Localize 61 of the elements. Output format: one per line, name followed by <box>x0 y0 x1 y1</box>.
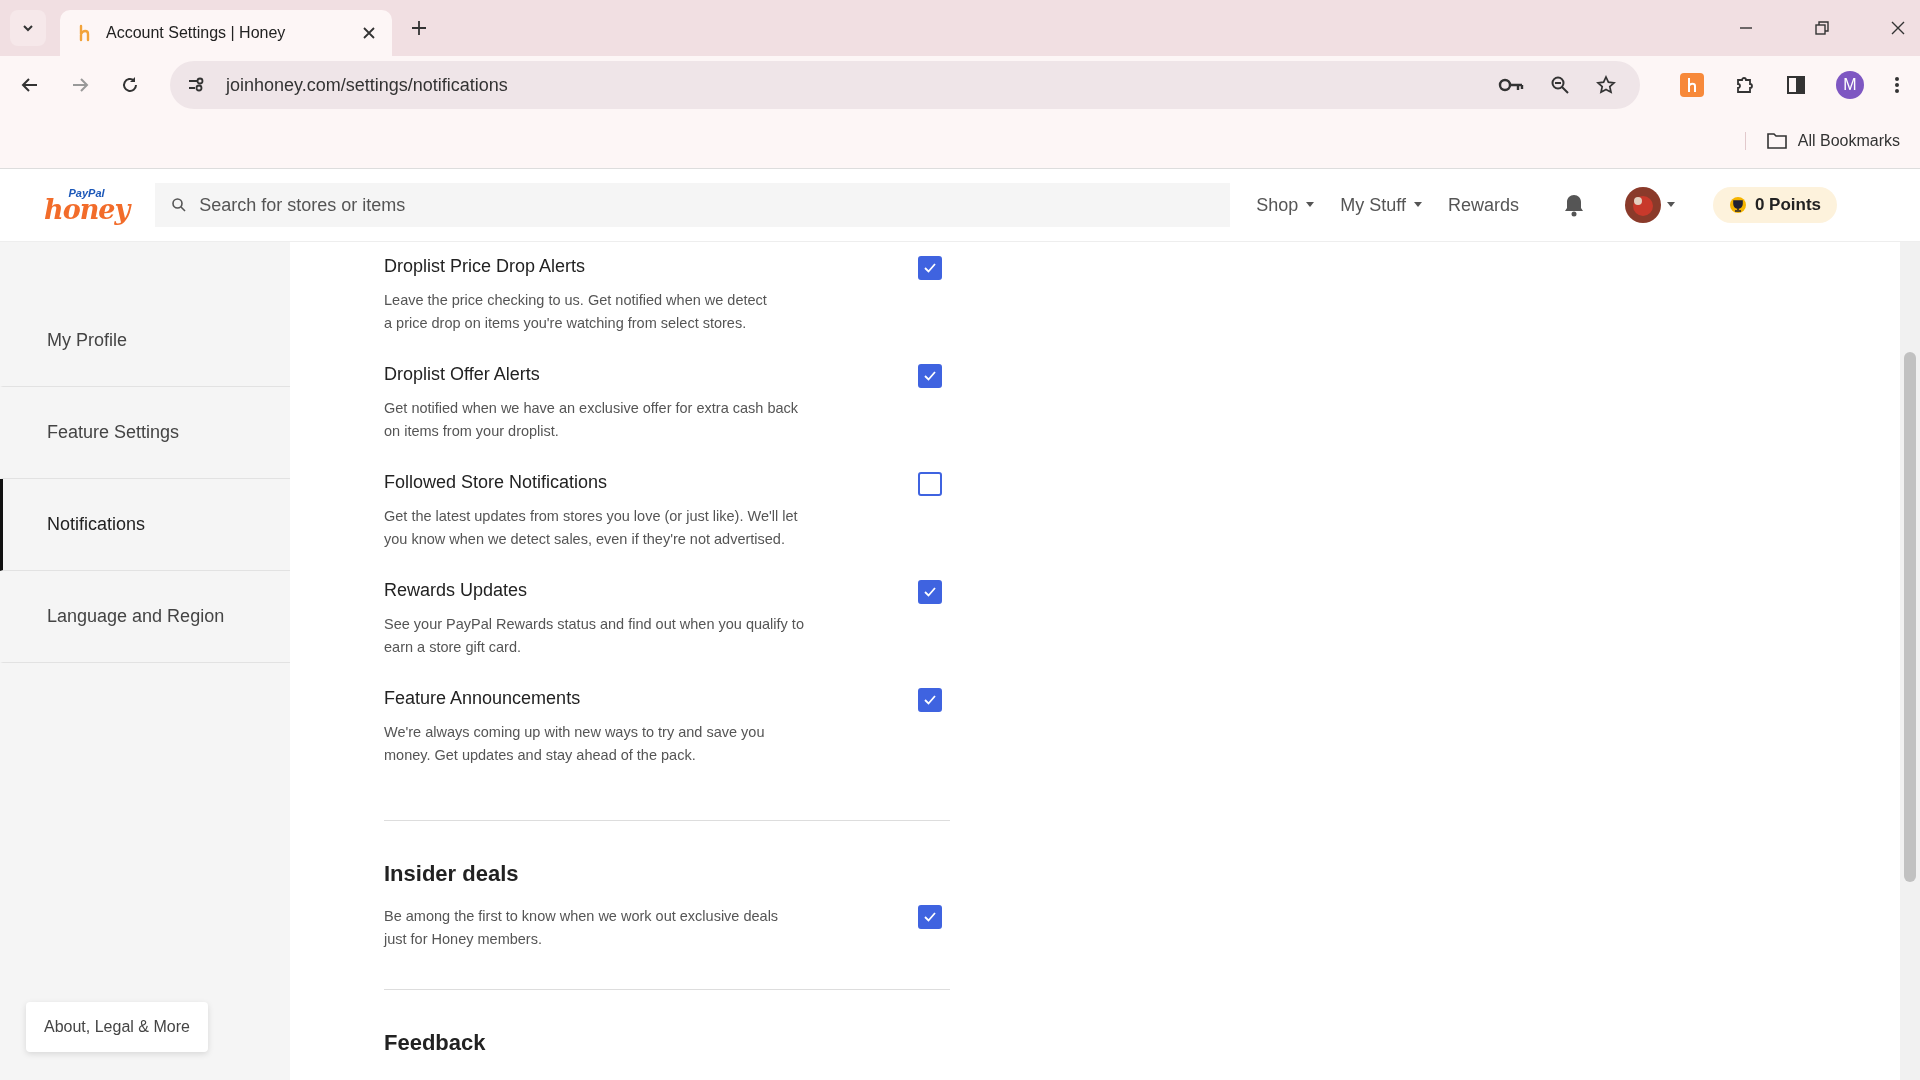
setting-description: See your PayPal Rewards status and find out when you qualify to earn a store gift card. <box>384 615 804 657</box>
zoom-out-icon[interactable] <box>1550 75 1570 95</box>
about-legal-button[interactable]: About, Legal & More <box>26 1002 208 1052</box>
setting-description: Get the latest updates from stores you love (or just like). We'll let you know when we detect sales, even if they're not advertised. <box>384 507 798 549</box>
checkbox[interactable] <box>918 688 942 712</box>
bell-icon[interactable] <box>1562 193 1585 217</box>
new-tab-icon[interactable] <box>410 19 428 37</box>
menu-icon[interactable] <box>1894 75 1900 95</box>
setting-title: Droplist Offer Alerts <box>384 364 541 385</box>
close-window-icon[interactable] <box>1890 20 1906 36</box>
caret-icon[interactable] <box>1666 202 1675 208</box>
url-text: joinhoney.com/settings/notifications <box>226 74 508 96</box>
checkbox[interactable] <box>918 580 942 604</box>
reload-icon[interactable] <box>120 75 140 95</box>
address-bar[interactable]: joinhoney.com/settings/notifications <box>170 61 1640 109</box>
key-icon[interactable] <box>1498 77 1524 93</box>
setting-title: Rewards Updates <box>384 580 529 601</box>
search-icon <box>171 197 188 213</box>
setting-title: Droplist Price Drop Alerts <box>384 256 587 277</box>
check-icon <box>923 370 937 382</box>
caret-icon[interactable] <box>1306 202 1315 208</box>
user-avatar[interactable] <box>1624 187 1661 223</box>
nav-link[interactable]: My Stuff <box>1336 190 1410 220</box>
folder-icon <box>1765 132 1788 150</box>
trophy-icon <box>1728 196 1747 214</box>
nav-link[interactable]: Rewards <box>1443 190 1523 220</box>
section-heading: Feedback <box>384 1030 487 1056</box>
nav-link[interactable]: Shop <box>1252 190 1303 220</box>
setting-title: Feature Announcements <box>384 688 582 709</box>
check-icon <box>923 262 937 274</box>
section-heading: Insider deals <box>384 861 520 887</box>
checkbox[interactable] <box>918 364 942 388</box>
browser-tab[interactable]: Account Settings | Honey <box>60 10 392 56</box>
checkbox[interactable] <box>918 256 942 280</box>
profile-avatar[interactable]: M <box>1836 71 1864 99</box>
setting-description: We're always coming up with new ways to try and save you money. Get updates and stay ahead of the pack. <box>384 723 765 765</box>
puzzle-icon[interactable] <box>1734 74 1756 96</box>
sidebar-item[interactable]: Language and Region <box>0 571 290 663</box>
check-icon <box>923 694 937 706</box>
bookmark-folder[interactable]: All Bookmarks <box>1744 132 1900 150</box>
search-field[interactable]: Search for stores or items <box>155 183 1231 227</box>
sidebar-item[interactable]: My Profile <box>0 295 290 387</box>
checkbox[interactable] <box>918 472 942 496</box>
setting-title: Followed Store Notifications <box>384 472 609 493</box>
sidebar-item[interactable]: Notifications <box>0 479 290 571</box>
points-badge[interactable]: 0 Points <box>1712 187 1838 223</box>
check-icon <box>923 586 937 598</box>
checkbox[interactable] <box>918 905 942 929</box>
caret-icon[interactable] <box>1413 202 1422 208</box>
scrollbar[interactable] <box>1900 242 1920 1080</box>
setting-description: Leave the price checking to us. Get notified when we detect a price drop on items you're watching from select stores. <box>384 291 767 333</box>
restore-icon[interactable] <box>1814 20 1830 36</box>
tab-title: Account Settings | Honey <box>106 24 287 42</box>
sidebar-item[interactable]: Feature Settings <box>0 387 290 479</box>
side-panel-icon[interactable] <box>1786 75 1806 95</box>
check-icon <box>923 911 937 923</box>
close-icon[interactable] <box>362 26 376 40</box>
setting-description: Get notified when we have an exclusive offer for extra cash back on items from your droplist. <box>384 399 798 441</box>
honey-logo[interactable]: PayPal honey <box>44 187 130 223</box>
setting-description: Be among the first to know when we work out exclusive deals just for Honey members. <box>384 907 779 949</box>
star-icon[interactable] <box>1596 75 1616 95</box>
